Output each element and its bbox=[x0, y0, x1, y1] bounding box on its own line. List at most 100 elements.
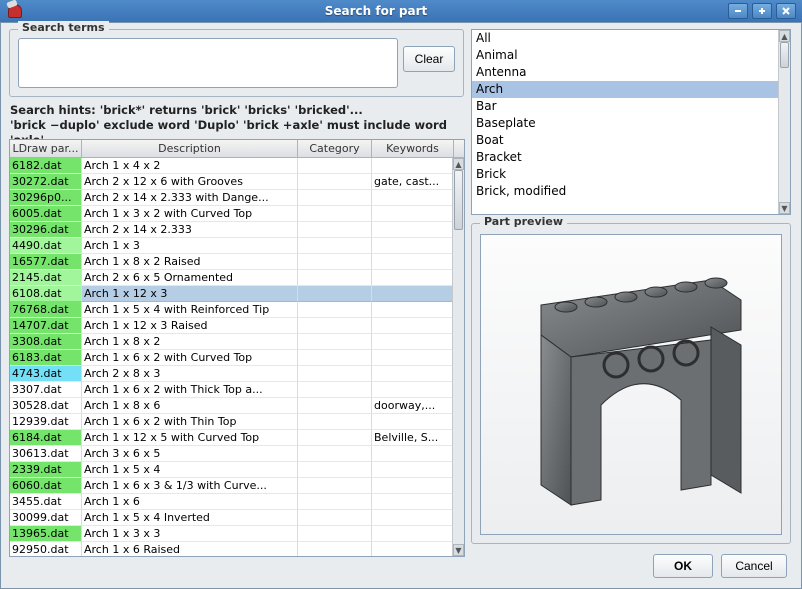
scroll-down-icon[interactable]: ▼ bbox=[453, 544, 464, 556]
scroll-thumb[interactable] bbox=[780, 42, 789, 68]
window-title: Search for part bbox=[325, 4, 428, 18]
table-cell bbox=[298, 318, 372, 334]
category-item[interactable]: Animal bbox=[472, 47, 778, 64]
category-list: AllAnimalAntennaArchBarBaseplateBoatBrac… bbox=[471, 29, 791, 215]
col-keywords[interactable]: Keywords bbox=[372, 140, 454, 157]
category-item[interactable]: Bar bbox=[472, 98, 778, 115]
table-cell bbox=[298, 158, 372, 174]
table-cell bbox=[372, 478, 454, 494]
table-cell bbox=[298, 174, 372, 190]
close-button[interactable] bbox=[776, 3, 796, 19]
arch-part-icon bbox=[506, 245, 756, 525]
table-cell: 16577.dat bbox=[10, 254, 82, 270]
scroll-up-icon[interactable]: ▲ bbox=[453, 158, 464, 170]
col-ldraw[interactable]: LDraw par... bbox=[10, 140, 82, 157]
table-row[interactable]: 30613.datArch 3 x 6 x 5 bbox=[10, 446, 454, 462]
table-row[interactable]: 30296p0...Arch 2 x 14 x 2.333 with Dange… bbox=[10, 190, 454, 206]
table-cell: Arch 2 x 12 x 6 with Grooves bbox=[82, 174, 298, 190]
table-cell: 6184.dat bbox=[10, 430, 82, 446]
table-cell: Arch 1 x 4 x 2 bbox=[82, 158, 298, 174]
part-preview-label: Part preview bbox=[480, 215, 567, 228]
search-input[interactable] bbox=[18, 38, 398, 88]
table-cell: Arch 1 x 12 x 3 Raised bbox=[82, 318, 298, 334]
table-cell bbox=[372, 446, 454, 462]
table-row[interactable]: 6005.datArch 1 x 3 x 2 with Curved Top bbox=[10, 206, 454, 222]
category-item[interactable]: All bbox=[472, 30, 778, 47]
table-row[interactable]: 6060.datArch 1 x 6 x 3 & 1/3 with Curve.… bbox=[10, 478, 454, 494]
category-item[interactable]: Brick bbox=[472, 166, 778, 183]
table-cell bbox=[372, 286, 454, 302]
table-row[interactable]: 30528.datArch 1 x 8 x 6 doorway,... bbox=[10, 398, 454, 414]
table-row[interactable]: 3308.datArch 1 x 8 x 2 bbox=[10, 334, 454, 350]
minimize-button[interactable] bbox=[728, 3, 748, 19]
table-cell: 2339.dat bbox=[10, 462, 82, 478]
table-scrollbar[interactable]: ▲ ▼ bbox=[452, 158, 464, 556]
scroll-down-icon[interactable]: ▼ bbox=[779, 202, 790, 214]
table-cell: 4743.dat bbox=[10, 366, 82, 382]
scroll-up-icon[interactable]: ▲ bbox=[779, 30, 790, 42]
table-cell bbox=[298, 206, 372, 222]
category-item[interactable]: Antenna bbox=[472, 64, 778, 81]
table-cell: Arch 1 x 6 x 2 with Thick Top a... bbox=[82, 382, 298, 398]
titlebar: Search for part bbox=[0, 0, 802, 22]
table-cell: 6005.dat bbox=[10, 206, 82, 222]
table-row[interactable]: 6184.datArch 1 x 12 x 5 with Curved TopB… bbox=[10, 430, 454, 446]
maximize-button[interactable] bbox=[752, 3, 772, 19]
table-cell: Arch 1 x 8 x 2 bbox=[82, 334, 298, 350]
table-cell: Belville, S... bbox=[372, 430, 454, 446]
cancel-button[interactable]: Cancel bbox=[721, 554, 787, 578]
table-row[interactable]: 6108.datArch 1 x 12 x 3 bbox=[10, 286, 454, 302]
table-cell: 30099.dat bbox=[10, 510, 82, 526]
table-cell bbox=[298, 430, 372, 446]
table-cell bbox=[298, 494, 372, 510]
dialog-body: Search terms Clear Search hints: 'brick*… bbox=[0, 22, 802, 589]
table-cell: Arch 1 x 8 x 2 Raised bbox=[82, 254, 298, 270]
search-hints-line1: Search hints: 'brick*' returns 'brick' '… bbox=[10, 103, 465, 118]
table-cell bbox=[372, 462, 454, 478]
clear-button[interactable]: Clear bbox=[403, 46, 455, 72]
table-row[interactable]: 4743.datArch 2 x 8 x 3 bbox=[10, 366, 454, 382]
table-cell: 30528.dat bbox=[10, 398, 82, 414]
table-cell: Arch 1 x 5 x 4 bbox=[82, 462, 298, 478]
table-row[interactable]: 3455.datArch 1 x 6 bbox=[10, 494, 454, 510]
table-cell: doorway,... bbox=[372, 398, 454, 414]
table-cell: Arch 1 x 8 x 6 bbox=[82, 398, 298, 414]
table-row[interactable]: 92950.datArch 1 x 6 Raised bbox=[10, 542, 454, 556]
category-item[interactable]: Brick, modified bbox=[472, 183, 778, 200]
ok-button[interactable]: OK bbox=[653, 554, 713, 578]
table-row[interactable]: 30296.datArch 2 x 14 x 2.333 bbox=[10, 222, 454, 238]
category-item[interactable]: Boat bbox=[472, 132, 778, 149]
table-row[interactable]: 30099.datArch 1 x 5 x 4 Inverted bbox=[10, 510, 454, 526]
table-cell bbox=[372, 254, 454, 270]
table-cell: 13965.dat bbox=[10, 526, 82, 542]
table-row[interactable]: 6182.datArch 1 x 4 x 2 bbox=[10, 158, 454, 174]
table-cell: 2145.dat bbox=[10, 270, 82, 286]
table-row[interactable]: 6183.datArch 1 x 6 x 2 with Curved Top bbox=[10, 350, 454, 366]
table-cell: 12939.dat bbox=[10, 414, 82, 430]
table-cell bbox=[372, 238, 454, 254]
table-row[interactable]: 30272.datArch 2 x 12 x 6 with Groovesgat… bbox=[10, 174, 454, 190]
table-cell bbox=[298, 382, 372, 398]
table-cell bbox=[298, 366, 372, 382]
table-row[interactable]: 2145.datArch 2 x 6 x 5 Ornamented bbox=[10, 270, 454, 286]
table-row[interactable]: 76768.datArch 1 x 5 x 4 with Reinforced … bbox=[10, 302, 454, 318]
table-cell bbox=[372, 270, 454, 286]
category-scrollbar[interactable]: ▲ ▼ bbox=[778, 30, 790, 214]
table-row[interactable]: 16577.datArch 1 x 8 x 2 Raised bbox=[10, 254, 454, 270]
category-item[interactable]: Arch bbox=[472, 81, 778, 98]
col-category[interactable]: Category bbox=[298, 140, 372, 157]
table-row[interactable]: 13965.datArch 1 x 3 x 3 bbox=[10, 526, 454, 542]
table-row[interactable]: 4490.datArch 1 x 3 bbox=[10, 238, 454, 254]
col-description[interactable]: Description bbox=[82, 140, 298, 157]
scroll-thumb[interactable] bbox=[454, 170, 463, 230]
table-cell bbox=[372, 494, 454, 510]
table-cell: 30272.dat bbox=[10, 174, 82, 190]
part-preview-viewport[interactable] bbox=[480, 234, 782, 535]
table-row[interactable]: 14707.datArch 1 x 12 x 3 Raised bbox=[10, 318, 454, 334]
table-cell: 6183.dat bbox=[10, 350, 82, 366]
table-row[interactable]: 3307.datArch 1 x 6 x 2 with Thick Top a.… bbox=[10, 382, 454, 398]
category-item[interactable]: Bracket bbox=[472, 149, 778, 166]
table-row[interactable]: 2339.datArch 1 x 5 x 4 bbox=[10, 462, 454, 478]
category-item[interactable]: Baseplate bbox=[472, 115, 778, 132]
table-row[interactable]: 12939.datArch 1 x 6 x 2 with Thin Top bbox=[10, 414, 454, 430]
